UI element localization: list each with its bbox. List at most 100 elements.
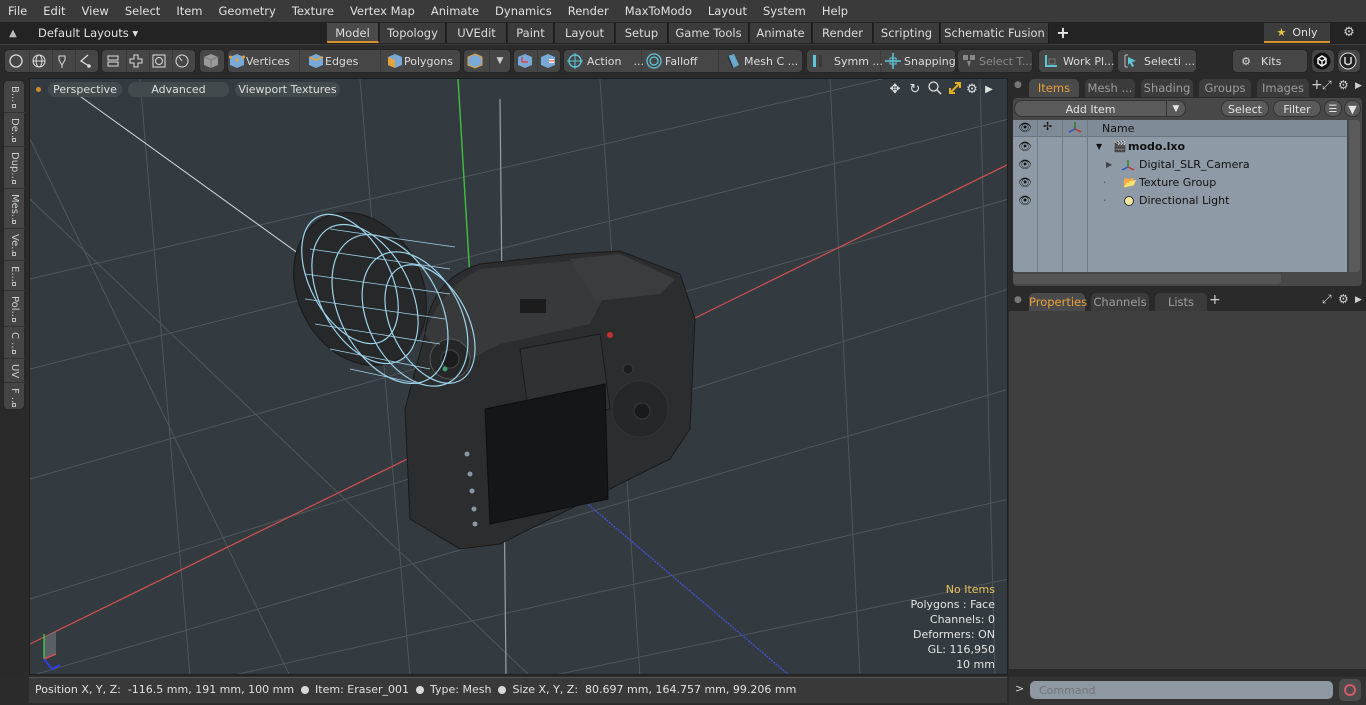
tab-setup[interactable]: Setup (616, 23, 668, 43)
collapse-arrow-icon[interactable]: ▼ (1096, 138, 1102, 156)
filter-button[interactable]: Filter (1273, 100, 1321, 117)
panel-expand-icon[interactable]: ▶ (1355, 295, 1362, 305)
left-tab-duplicate[interactable]: Dup... (4, 147, 26, 189)
polygons-button[interactable]: Polygons (382, 50, 460, 72)
menu-edit[interactable]: Edit (35, 0, 73, 22)
menu-system[interactable]: System (755, 0, 814, 22)
3d-viewport[interactable]: Perspective Advanced Viewport Textures ✥… (29, 78, 1008, 675)
pen-tool-button[interactable] (53, 50, 76, 72)
menu-dynamics[interactable]: Dynamics (487, 0, 560, 22)
tab-lists[interactable]: Lists (1155, 293, 1207, 311)
menu-item[interactable]: Item (168, 0, 210, 22)
tab-images[interactable]: Images (1257, 79, 1309, 97)
command-input[interactable] (1030, 681, 1333, 699)
menu-geometry[interactable]: Geometry (211, 0, 284, 22)
left-tab-fusion[interactable]: F ... (4, 383, 26, 411)
tab-model[interactable]: Model (327, 23, 379, 43)
mode-dropdown-button[interactable]: ▼ (491, 50, 511, 72)
tab-animate[interactable]: Animate (750, 23, 812, 43)
panel-gear-icon[interactable]: ⚙ (1338, 292, 1349, 306)
rotate-icon[interactable]: ↻ (906, 81, 924, 99)
tab-game-tools[interactable]: Game Tools (669, 23, 749, 43)
tab-groups[interactable]: Groups (1199, 79, 1251, 97)
visibility-eye-icon[interactable]: 👁 (1018, 138, 1032, 156)
menu-file[interactable]: File (0, 0, 35, 22)
tree-vertical-scrollbar[interactable] (1349, 120, 1360, 272)
symmetry-preset-button[interactable] (539, 50, 561, 72)
kits-button[interactable]: ⚙ Kits (1233, 50, 1307, 72)
snapping-button[interactable]: Snapping (882, 50, 956, 72)
cross-button[interactable] (127, 50, 150, 72)
left-tab-basic[interactable]: B... (4, 81, 26, 113)
menu-select[interactable]: Select (117, 0, 168, 22)
left-tab-edge[interactable]: E... (4, 261, 26, 291)
tab-shading[interactable]: Shading (1141, 79, 1193, 97)
menu-texture[interactable]: Texture (284, 0, 342, 22)
tab-items[interactable]: Items (1029, 79, 1079, 97)
auto-select-button[interactable] (516, 50, 538, 72)
tree-row-scene[interactable]: 👁 ▼ 🎬 modo.lxo (1013, 138, 1347, 156)
panel-expand-icon[interactable]: ▶ (1355, 81, 1362, 91)
add-tab-button[interactable]: + (1311, 77, 1323, 93)
tab-topology[interactable]: Topology (380, 23, 446, 43)
visibility-eye-icon[interactable]: 👁 (1018, 192, 1032, 210)
tab-uvedit[interactable]: UVEdit (447, 23, 507, 43)
tab-properties[interactable]: Properties (1029, 293, 1087, 311)
left-tab-uv[interactable]: UV (4, 359, 26, 383)
left-tab-polygon[interactable]: Pol... (4, 291, 26, 327)
edges-button[interactable]: Edges (301, 50, 381, 72)
pop-out-icon[interactable]: ⤢ (1322, 292, 1332, 307)
globe-button[interactable] (30, 50, 53, 72)
menu-animate[interactable]: Animate (423, 0, 487, 22)
material-mode-button[interactable] (466, 50, 490, 72)
tab-mesh[interactable]: Mesh ... (1085, 79, 1135, 97)
layouts-dropdown[interactable]: ▲ Default Layouts ▾ (4, 22, 138, 44)
falloff-button[interactable]: Falloff (643, 50, 719, 72)
tree-row-texture-group[interactable]: 👁 · 📂 Texture Group (1013, 174, 1347, 192)
selection-sets-button[interactable]: Selecti ... (1118, 50, 1196, 72)
symmetry-button[interactable]: Symm ... (807, 50, 883, 72)
expand-arrow-icon[interactable]: ▶ (1106, 156, 1112, 174)
select-through-button[interactable]: Select T... (958, 50, 1032, 72)
tab-paint[interactable]: Paint (508, 23, 554, 43)
only-button[interactable]: ★ Only (1264, 23, 1330, 43)
perspective-dropdown[interactable]: Perspective (48, 82, 122, 97)
unreal-button[interactable] (1339, 50, 1361, 72)
tree-horizontal-scrollbar[interactable] (1013, 274, 1281, 284)
menu-render[interactable]: Render (560, 0, 617, 22)
visibility-eye-icon[interactable]: 👁 (1018, 156, 1032, 174)
panel-gear-icon[interactable]: ⚙ (1338, 78, 1349, 92)
add-tab-button[interactable]: + (1209, 292, 1221, 308)
select-button[interactable]: Select (1221, 100, 1269, 117)
panel-menu-dot-icon[interactable]: ● (1014, 295, 1022, 305)
work-plane-button[interactable]: Work Pl... (1039, 50, 1115, 72)
lasso-tool-button[interactable] (76, 50, 99, 72)
pan-move-icon[interactable]: ✥ (886, 81, 904, 99)
list-options-icon[interactable]: ☰ (1324, 100, 1342, 117)
filter-funnel-icon[interactable]: ▼ (1344, 100, 1361, 117)
command-history-button[interactable] (1339, 679, 1361, 701)
menu-vertex-map[interactable]: Vertex Map (342, 0, 423, 22)
action-center-button[interactable]: Action... (564, 50, 644, 72)
add-layout-tab-button[interactable]: + (1053, 23, 1073, 43)
add-item-button[interactable]: Add Item (1014, 100, 1167, 117)
square-circle-button[interactable] (150, 50, 173, 72)
shading-dropdown[interactable]: Advanced (128, 82, 229, 97)
add-item-dropdown[interactable]: ▼ (1166, 100, 1186, 117)
item-mode-button[interactable] (202, 50, 224, 72)
pop-out-icon[interactable]: ⤢ (1322, 78, 1332, 93)
left-tab-curve[interactable]: C ... (4, 327, 26, 359)
mesh-constraint-button[interactable]: Mesh C ... (720, 50, 802, 72)
maximize-arrows-icon[interactable] (946, 81, 964, 99)
tree-row-directional-light[interactable]: 👁 · Directional Light (1013, 192, 1347, 210)
left-tab-mesh-edit[interactable]: Mes... (4, 189, 26, 229)
timer-button[interactable] (173, 50, 196, 72)
tree-row-camera[interactable]: 👁 ▶ Digital_SLR_Camera (1013, 156, 1347, 174)
align-button[interactable] (104, 50, 127, 72)
name-column-header[interactable]: Name (1102, 122, 1134, 135)
menu-view[interactable]: View (74, 0, 117, 22)
visibility-eye-icon[interactable]: 👁 (1018, 174, 1032, 192)
viewport-textures-dropdown[interactable]: Viewport Textures (235, 82, 340, 97)
tab-channels[interactable]: Channels (1091, 293, 1149, 311)
left-tab-vertex[interactable]: Ve... (4, 229, 26, 261)
